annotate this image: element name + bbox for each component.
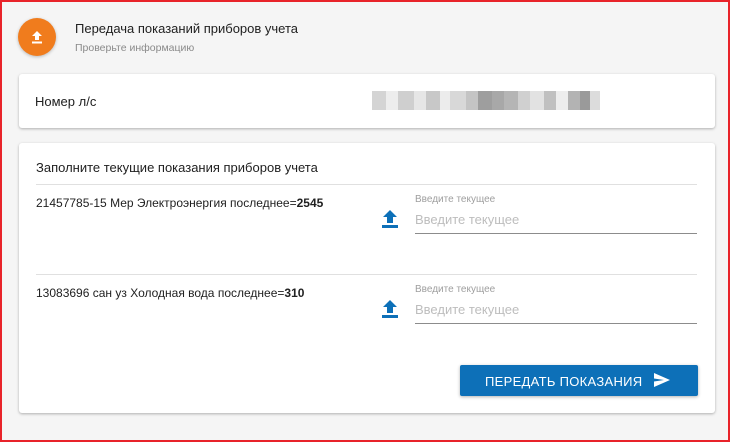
page-subtitle: Проверьте информацию <box>75 42 195 54</box>
meters-title: Заполните текущие показания приборов уче… <box>36 160 318 175</box>
meter-description: 21457785-15 Мер Электроэнергия последнее… <box>36 196 324 210</box>
account-card: Номер л/с <box>19 74 715 128</box>
account-label: Номер л/с <box>35 94 97 109</box>
current-reading-input[interactable] <box>415 300 697 324</box>
submit-readings-button[interactable]: ПЕРЕДАТЬ ПОКАЗАНИЯ <box>460 365 698 396</box>
page-frame: Передача показаний приборов учета Провер… <box>0 0 730 442</box>
meter-row: 13083696 сан уз Холодная вода последнее=… <box>19 274 715 354</box>
page-title: Передача показаний приборов учета <box>75 21 299 36</box>
meter-description: 13083696 сан уз Холодная вода последнее=… <box>36 286 305 300</box>
send-icon <box>654 373 670 392</box>
account-number-blurred <box>372 91 600 110</box>
field-label: Введите текущее <box>415 284 496 295</box>
current-reading-field: Введите текущее <box>415 194 697 244</box>
meter-last-value: 310 <box>284 286 305 300</box>
meter-row: 21457785-15 Мер Электроэнергия последнее… <box>19 184 715 264</box>
upload-icon <box>18 18 56 56</box>
upload-icon[interactable] <box>380 298 400 320</box>
meter-last-value: 2545 <box>296 196 324 210</box>
upload-icon[interactable] <box>380 208 400 230</box>
meters-card: Заполните текущие показания приборов уче… <box>19 143 715 413</box>
field-label: Введите текущее <box>415 194 496 205</box>
submit-button-label: ПЕРЕДАТЬ ПОКАЗАНИЯ <box>485 374 643 389</box>
current-reading-input[interactable] <box>415 210 697 234</box>
current-reading-field: Введите текущее <box>415 284 697 334</box>
